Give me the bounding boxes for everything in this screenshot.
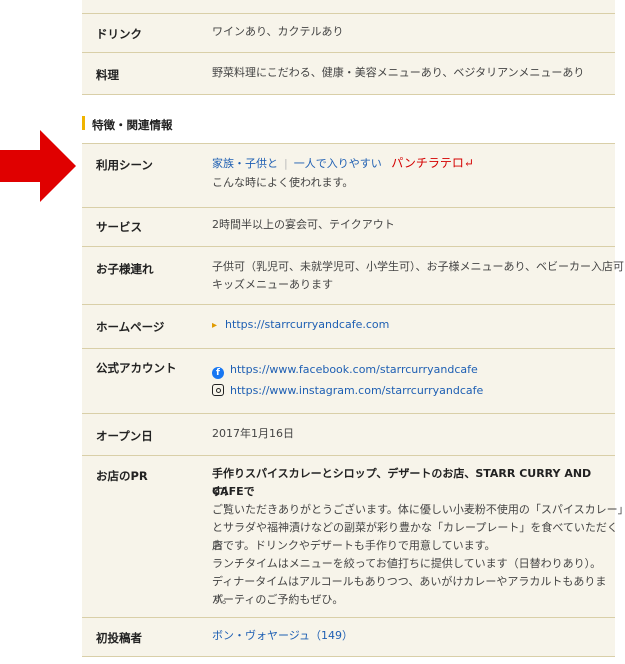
row-drink xyxy=(82,14,615,52)
facebook-link[interactable]: https://www.facebook.com/starrcurryandca… xyxy=(230,363,478,376)
open-date-value: 2017年1月16日 xyxy=(212,427,294,440)
first-poster-label: 初投稿者 xyxy=(96,631,142,645)
homepage-link[interactable]: https://starrcurryandcafe.com xyxy=(225,318,389,331)
cuisine-label: 料理 xyxy=(96,68,119,82)
usage-link-family[interactable]: 家族・子供と xyxy=(212,157,278,170)
drink-label: ドリンク xyxy=(96,27,142,41)
divider xyxy=(82,94,615,95)
pr-line: 店です。ドリンクやデザートも手作りで用意しています。 xyxy=(212,539,496,552)
instagram-row: https://www.instagram.com/starrcurryandc… xyxy=(212,382,483,400)
kids-value-line2: キッズメニューあります xyxy=(212,278,333,291)
kids-value-line1: 子供可（乳児可、未就学児可、小学生可）、お子様メニューあり、ベビーカー入店可 xyxy=(212,260,625,273)
usage-annotation: パンチラテロ↵ xyxy=(391,156,474,170)
red-arrow-annotation xyxy=(0,130,76,202)
first-poster-link[interactable]: ボン・ヴォヤージュ（149） xyxy=(212,627,353,645)
instagram-link[interactable]: https://www.instagram.com/starrcurryandc… xyxy=(230,384,483,397)
drink-value: ワインあり、カクテルあり xyxy=(212,25,344,38)
section-title: 特徴・関連情報 xyxy=(92,118,173,132)
cuisine-value: 野菜料理にこだわる、健康・美容メニューあり、ベジタリアンメニューあり xyxy=(212,66,585,79)
facebook-row: f https://www.facebook.com/starrcurryandc… xyxy=(212,361,478,379)
row-band-top xyxy=(82,0,615,13)
service-label: サービス xyxy=(96,220,142,234)
usage-scene-value: 家族・子供と | 一人で入りやすい パンチラテロ↵ xyxy=(212,154,474,173)
row-social xyxy=(82,349,615,413)
pr-headline-1: 手作りスパイスカレーとシロップ、デザートのお店、STARR CURRY AND … xyxy=(212,467,592,498)
social-label: 公式アカウント xyxy=(96,361,177,375)
usage-link-solo[interactable]: 一人で入りやすい xyxy=(294,157,382,170)
open-date-label: オープン日 xyxy=(96,429,153,443)
homepage-value: ▸ https://starrcurryandcafe.com xyxy=(212,316,389,335)
pr-headline-2: す！ xyxy=(212,485,234,498)
section-accent-bar xyxy=(82,116,85,130)
homepage-label: ホームページ xyxy=(96,320,165,334)
pr-line: ご覧いただきありがとうございます。体に優しい小麦粉不使用の「スパイスカレー」 xyxy=(212,503,625,516)
service-value: 2時間半以上の宴会可、テイクアウト xyxy=(212,218,395,231)
pr-line: ランチタイムはメニューを絞ってお値打ちに提供しています（日替わりあり）。 xyxy=(212,557,602,570)
bullet-arrow-icon: ▸ xyxy=(212,320,218,331)
divider xyxy=(82,656,615,657)
instagram-icon xyxy=(212,384,224,396)
usage-scene-sub: こんな時によく使われます。 xyxy=(212,176,354,189)
row-open-date xyxy=(82,414,615,455)
pr-line: パーティのご予約もぜひ。 xyxy=(212,593,344,606)
usage-separator: | xyxy=(284,157,288,170)
facebook-icon: f xyxy=(212,367,224,379)
pr-label: お店のPR xyxy=(96,469,148,483)
usage-scene-label: 利用シーン xyxy=(96,158,153,172)
kids-label: お子様連れ xyxy=(96,262,154,276)
